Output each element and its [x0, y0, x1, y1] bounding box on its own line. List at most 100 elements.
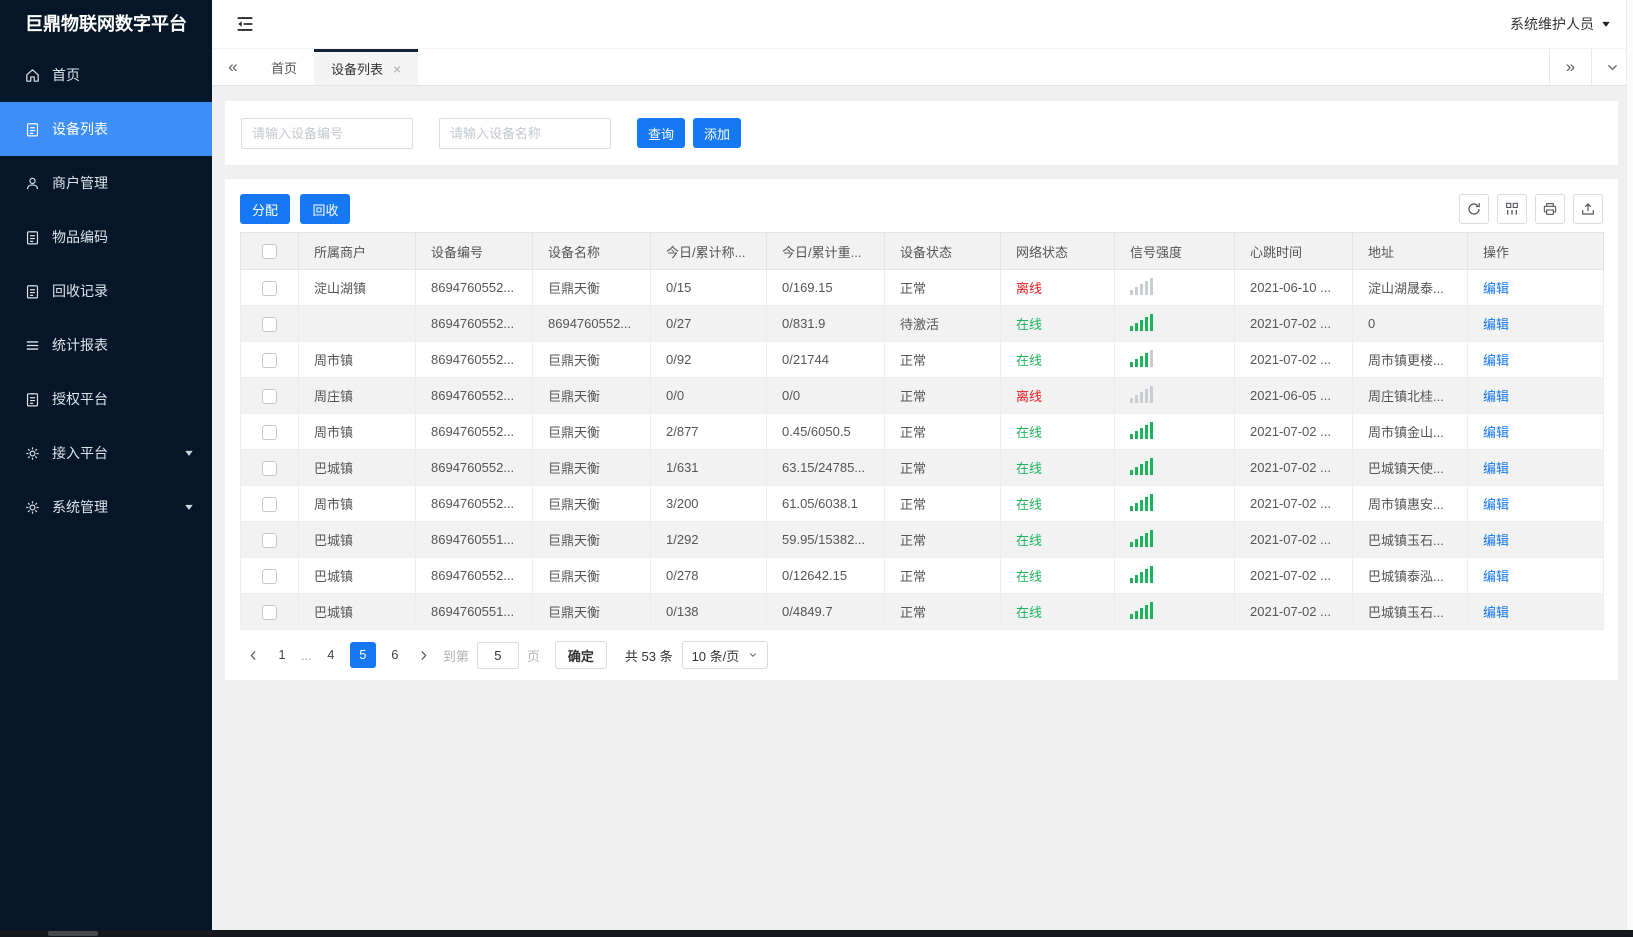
row-checkbox[interactable]	[262, 316, 277, 332]
add-button[interactable]: 添加	[693, 118, 742, 148]
cell-network-status: 离线	[1000, 269, 1115, 306]
cell-today-weight: 0.45/6050.5	[766, 413, 885, 450]
edit-link[interactable]: 编辑	[1483, 317, 1509, 332]
home-icon	[24, 67, 41, 84]
cell-device-name: 巨鼎天衡	[532, 557, 651, 594]
row-checkbox[interactable]	[262, 460, 277, 476]
table-row: 淀山湖镇 8694760552... 巨鼎天衡 0/15 0/169.15 正常 离线 202…	[240, 269, 1604, 306]
device-table-panel: 分配 回收 所属商户 设备编号 设备名称 今日/累计称... 今日/累计重... 设备状态…	[225, 179, 1618, 680]
query-button[interactable]: 查询	[637, 118, 686, 148]
edit-link[interactable]: 编辑	[1483, 389, 1509, 404]
row-checkbox[interactable]	[262, 496, 277, 512]
edit-link[interactable]: 编辑	[1483, 353, 1509, 368]
cell-signal	[1114, 521, 1235, 558]
page-number-6[interactable]: 6	[382, 642, 408, 668]
edit-link[interactable]: 编辑	[1483, 281, 1509, 296]
caret-down-icon	[184, 448, 194, 458]
cell-merchant	[298, 305, 416, 342]
tab-close-icon[interactable]: ×	[393, 62, 401, 76]
cell-device-name: 巨鼎天衡	[532, 413, 651, 450]
cell-actions: 编辑	[1467, 341, 1604, 378]
sidebar-item-device-list[interactable]: 设备列表	[0, 102, 212, 156]
select-all-checkbox[interactable]	[262, 244, 277, 260]
prev-page-button[interactable]	[240, 642, 266, 668]
cell-actions: 编辑	[1467, 449, 1604, 486]
recycle-button[interactable]: 回收	[300, 194, 351, 224]
row-checkbox[interactable]	[262, 604, 277, 620]
table-row: 巴城镇 8694760552... 巨鼎天衡 1/631 63.15/24785... 正…	[240, 449, 1604, 486]
confirm-page-button[interactable]: 确定	[554, 641, 607, 669]
column-header-network-status: 网络状态	[1000, 232, 1115, 270]
row-checkbox[interactable]	[262, 280, 277, 296]
edit-link[interactable]: 编辑	[1483, 425, 1509, 440]
scrollbar-thumb[interactable]	[48, 931, 98, 936]
sidebar-item-recycle-records[interactable]: 回收记录	[0, 264, 212, 318]
user-name: 系统维护人员	[1510, 16, 1594, 32]
print-button[interactable]	[1535, 194, 1565, 224]
goto-page-input[interactable]	[476, 641, 519, 669]
scroll-tabs-left-button[interactable]: «	[212, 49, 254, 85]
edit-link[interactable]: 编辑	[1483, 461, 1509, 476]
edit-link[interactable]: 编辑	[1483, 497, 1509, 512]
columns-button[interactable]	[1497, 194, 1527, 224]
row-checkbox[interactable]	[262, 388, 277, 404]
page-size-select[interactable]: 10 条/页	[681, 641, 769, 669]
user-menu[interactable]: 系统维护人员	[1510, 14, 1611, 34]
next-page-button[interactable]	[411, 642, 437, 668]
sidebar-item-home[interactable]: 首页	[0, 48, 212, 102]
cell-address: 周市镇惠安...	[1352, 485, 1468, 522]
edit-link[interactable]: 编辑	[1483, 569, 1509, 584]
cell-merchant: 周市镇	[298, 485, 416, 522]
tab-home[interactable]: 首页	[254, 49, 314, 85]
cell-network-status: 在线	[1000, 521, 1115, 558]
cell-today-weight: 63.15/24785...	[766, 449, 885, 486]
cell-today-weight: 0/169.15	[766, 269, 885, 306]
sidebar-item-system-management[interactable]: 系统管理	[0, 480, 212, 534]
collapse-sidebar-icon[interactable]	[234, 13, 256, 35]
column-header-merchant: 所属商户	[298, 232, 416, 270]
column-header-heartbeat: 心跳时间	[1234, 232, 1353, 270]
edit-link[interactable]: 编辑	[1483, 605, 1509, 620]
cell-signal	[1114, 593, 1235, 630]
cell-device-name: 巨鼎天衡	[532, 377, 651, 414]
row-checkbox[interactable]	[262, 352, 277, 368]
row-checkbox[interactable]	[262, 532, 277, 548]
tab-device-list[interactable]: 设备列表 ×	[314, 49, 419, 85]
table-row: 巴城镇 8694760551... 巨鼎天衡 0/138 0/4849.7 正常 在线 202…	[240, 593, 1604, 630]
cell-device-name: 巨鼎天衡	[532, 449, 651, 486]
assign-button[interactable]: 分配	[240, 194, 291, 224]
refresh-button[interactable]	[1459, 194, 1489, 224]
horizontal-scrollbar[interactable]	[0, 930, 1633, 937]
cell-merchant: 周庄镇	[298, 377, 416, 414]
cell-today-count: 0/92	[650, 341, 767, 378]
sidebar-item-access-platform[interactable]: 接入平台	[0, 426, 212, 480]
sidebar-item-item-code[interactable]: 物品编码	[0, 210, 212, 264]
row-checkbox[interactable]	[262, 424, 277, 440]
sidebar-item-statistics-report[interactable]: 统计报表	[0, 318, 212, 372]
signal-strength-icon	[1130, 601, 1153, 619]
cell-merchant: 巴城镇	[298, 593, 416, 630]
page-number-1[interactable]: 1	[269, 642, 295, 668]
sidebar-item-merchant-management[interactable]: 商户管理	[0, 156, 212, 210]
vertical-scrollbar[interactable]	[1626, 0, 1633, 937]
column-header-device-name: 设备名称	[532, 232, 651, 270]
scroll-tabs-right-button[interactable]: »	[1549, 49, 1591, 85]
cell-today-count: 0/27	[650, 305, 767, 342]
row-checkbox[interactable]	[262, 568, 277, 584]
page-number-5[interactable]: 5	[349, 642, 376, 668]
export-button[interactable]	[1573, 194, 1603, 224]
signal-strength-icon	[1130, 385, 1153, 403]
device-no-input[interactable]	[241, 117, 413, 149]
cell-device-status: 待激活	[884, 305, 1001, 342]
page-number-4[interactable]: 4	[318, 642, 344, 668]
cell-device-no: 8694760552...	[415, 557, 533, 594]
edit-link[interactable]: 编辑	[1483, 533, 1509, 548]
cell-device-no: 8694760552...	[415, 485, 533, 522]
cell-heartbeat: 2021-07-02 ...	[1234, 485, 1353, 522]
cell-network-status: 在线	[1000, 449, 1115, 486]
table-row: 巴城镇 8694760552... 巨鼎天衡 0/278 0/12642.15 正常 在线 2…	[240, 557, 1604, 594]
sidebar-item-authorization-platform[interactable]: 授权平台	[0, 372, 212, 426]
signal-strength-icon	[1130, 421, 1153, 439]
device-name-input[interactable]	[439, 117, 611, 149]
cell-checkbox	[240, 485, 299, 522]
